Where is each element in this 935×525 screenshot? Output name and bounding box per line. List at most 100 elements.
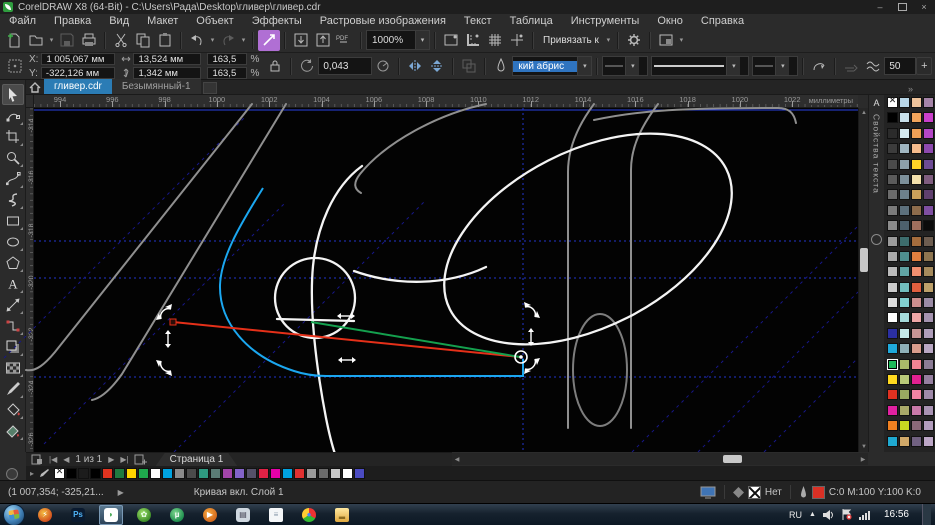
document-palette-swatch[interactable] <box>246 468 257 479</box>
start-arrowhead-combo[interactable]: ▾ <box>602 56 648 76</box>
next-page-button[interactable]: ▶ <box>108 455 114 464</box>
document-palette-swatch[interactable] <box>234 468 245 479</box>
snap-to-combo[interactable]: Привязать к ▾ <box>538 31 613 49</box>
document-tab-active[interactable]: гливер.cdr <box>44 79 112 94</box>
horizontal-scrollbar[interactable]: ◀ ▶ <box>452 453 868 465</box>
open-dropdown-arrow[interactable]: ▾ <box>47 30 56 51</box>
palette-eyedropper-icon[interactable] <box>38 468 49 479</box>
palette-swatch[interactable] <box>887 251 898 262</box>
connector-tool[interactable] <box>2 315 24 336</box>
palette-swatch[interactable] <box>923 97 934 108</box>
palette-swatch[interactable] <box>887 297 898 308</box>
tray-handle-icon[interactable] <box>6 468 18 480</box>
palette-swatch[interactable] <box>887 220 898 231</box>
document-palette-swatch[interactable] <box>126 468 137 479</box>
language-indicator[interactable]: RU <box>789 510 802 520</box>
x-position-field[interactable]: 1 005,067 мм <box>41 53 115 65</box>
redo-button[interactable] <box>217 30 239 51</box>
palette-swatch[interactable] <box>899 174 910 185</box>
palette-swatch[interactable] <box>911 205 922 216</box>
search-content-button[interactable] <box>258 30 280 51</box>
palette-swatch[interactable] <box>899 266 910 277</box>
color-eyedropper-tool[interactable] <box>2 378 24 399</box>
palette-swatch[interactable] <box>911 251 922 262</box>
document-palette-swatch[interactable] <box>138 468 149 479</box>
palette-swatch[interactable] <box>887 266 898 277</box>
document-palette-swatch[interactable] <box>102 468 113 479</box>
menu-4[interactable]: Объект <box>187 14 242 28</box>
taskbar-acdsee[interactable]: ✿ <box>132 505 156 525</box>
palette-swatch[interactable] <box>899 420 910 431</box>
clock[interactable]: 16:56 <box>884 509 909 520</box>
palette-swatch[interactable] <box>899 143 910 154</box>
text-properties-docker-label[interactable]: Свойства текста <box>872 114 882 194</box>
open-button[interactable] <box>25 30 47 51</box>
page-lock-icon[interactable] <box>31 454 43 465</box>
menu-0[interactable]: Файл <box>0 14 45 28</box>
guidelines[interactable] <box>4 108 858 452</box>
interactive-fill-tool[interactable] <box>2 399 24 420</box>
taskbar-movie-maker[interactable]: ▤ <box>231 505 255 525</box>
document-palette-swatch[interactable] <box>294 468 305 479</box>
palette-swatch[interactable] <box>899 436 910 447</box>
document-palette-swatch[interactable] <box>282 468 293 479</box>
palette-swatch[interactable] <box>923 251 934 262</box>
line-style-arrow[interactable]: ▾ <box>726 57 740 75</box>
palette-swatch[interactable] <box>923 389 934 400</box>
object-height-field[interactable]: 1,342 мм <box>133 67 201 79</box>
palette-swatch[interactable] <box>899 205 910 216</box>
document-palette-swatch[interactable] <box>150 468 161 479</box>
palette-swatch[interactable] <box>911 143 922 154</box>
angle-dial-icon[interactable] <box>372 56 394 77</box>
paste-button[interactable] <box>154 30 176 51</box>
horizontal-scroll-thumb[interactable] <box>723 455 742 463</box>
palette-swatch[interactable] <box>899 389 910 400</box>
taskbar-daemon-tools[interactable]: ⚡ <box>33 505 57 525</box>
copy-button[interactable] <box>132 30 154 51</box>
palette-swatch[interactable] <box>911 282 922 293</box>
palette-swatch[interactable] <box>923 436 934 447</box>
palette-swatch[interactable] <box>911 220 922 231</box>
document-palette-flyout-arrow[interactable]: ▸ <box>30 469 34 478</box>
palette-swatch[interactable] <box>923 112 934 123</box>
rotate-handle-bottom-left[interactable] <box>156 360 172 376</box>
undo-dropdown-arrow[interactable]: ▾ <box>208 30 217 51</box>
palette-swatch[interactable] <box>911 266 922 277</box>
palette-swatch[interactable] <box>923 374 934 385</box>
scale-v-field[interactable]: 163,5 <box>207 67 247 79</box>
zoom-level-arrow[interactable]: ▾ <box>415 31 429 49</box>
artistic-media-tool[interactable] <box>2 189 24 210</box>
document-palette-swatch[interactable] <box>318 468 329 479</box>
crop-tool[interactable] <box>2 126 24 147</box>
pick-tool[interactable] <box>2 84 24 105</box>
menu-2[interactable]: Вид <box>100 14 138 28</box>
menu-6[interactable]: Растровые изображения <box>311 14 455 28</box>
palette-swatch[interactable] <box>911 297 922 308</box>
palette-swatch[interactable] <box>923 312 934 323</box>
palette-swatch[interactable] <box>911 436 922 447</box>
taskbar-coreldraw[interactable]: ◗ <box>99 505 123 525</box>
document-palette-swatch[interactable] <box>198 468 209 479</box>
skew-handle-left[interactable] <box>165 330 171 348</box>
palette-swatch[interactable] <box>923 420 934 431</box>
palette-swatch[interactable] <box>923 205 934 216</box>
document-palette-swatch[interactable] <box>90 468 101 479</box>
scroll-right-arrow[interactable]: ▶ <box>858 454 868 464</box>
scale-h-field[interactable]: 163,5 <box>207 53 247 65</box>
start-arrowhead-arrow[interactable]: ▾ <box>625 57 639 75</box>
taskbar-utorrent[interactable]: µ <box>165 505 189 525</box>
taskbar-notepad[interactable]: ≡ <box>264 505 288 525</box>
selected-object[interactable] <box>170 188 527 376</box>
menu-8[interactable]: Таблица <box>501 14 562 28</box>
document-palette-swatch[interactable] <box>114 468 125 479</box>
previous-page-button[interactable]: ◀ <box>63 455 69 464</box>
palette-swatch[interactable] <box>887 282 898 293</box>
fullscreen-preview-button[interactable] <box>440 30 462 51</box>
reduce-nodes-button[interactable] <box>840 56 862 77</box>
drop-shadow-tool[interactable] <box>2 336 24 357</box>
outline-width-arrow[interactable]: ▾ <box>577 57 591 75</box>
document-palette-swatch[interactable] <box>222 468 233 479</box>
action-center-flag-icon[interactable] <box>841 509 852 520</box>
scroll-left-arrow[interactable]: ◀ <box>452 454 462 464</box>
document-palette-swatch[interactable] <box>210 468 221 479</box>
